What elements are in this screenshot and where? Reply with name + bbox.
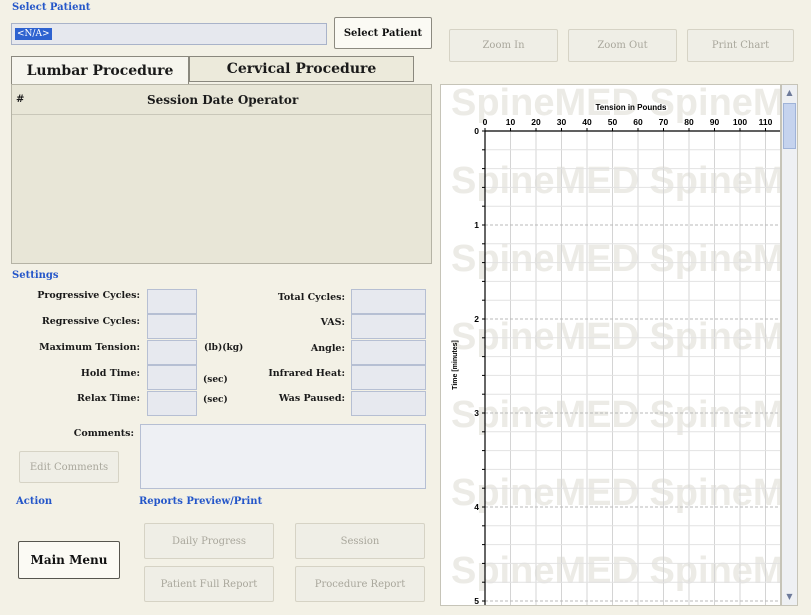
x-tick-label: 70 <box>659 117 669 127</box>
zoom-out-button[interactable]: Zoom Out <box>568 29 677 62</box>
print-chart-label: Print Chart <box>711 40 770 51</box>
patient-full-report-label: Patient Full Report <box>160 578 258 590</box>
patient-full-report-button[interactable]: Patient Full Report <box>144 566 274 602</box>
hold-time-label: Hold Time: <box>80 368 140 379</box>
select-patient-label-text: Select Patient <box>12 2 91 13</box>
x-axis-title: Tension in Pounds <box>596 103 668 112</box>
x-tick-label: 0 <box>483 117 488 127</box>
infrared-heat-field[interactable] <box>351 365 426 390</box>
x-tick-label: 100 <box>733 117 747 127</box>
chart-scrollbar[interactable]: ▲ ▼ <box>781 84 798 606</box>
was-paused-field[interactable] <box>351 391 426 416</box>
x-tick-label: 90 <box>710 117 720 127</box>
sessions-table[interactable]: # Session Date Operator <box>11 84 432 264</box>
zoom-in-label: Zoom In <box>482 40 525 51</box>
watermark-layer: SpineMED SpineMED SpineMED SpineMED SpineM… <box>451 85 781 592</box>
tab-cervical-procedure[interactable]: Cervical Procedure <box>189 56 414 82</box>
col-session-date-operator: Session Date Operator <box>147 93 299 107</box>
col-number: # <box>16 94 25 105</box>
y-tick-label: 1 <box>474 220 479 230</box>
hold-time-field[interactable] <box>147 365 197 390</box>
zoom-in-button[interactable]: Zoom In <box>449 29 558 62</box>
main-menu-button[interactable]: Main Menu <box>18 541 120 579</box>
select-patient-button-label: Select Patient <box>343 27 423 39</box>
total-cycles-field[interactable] <box>351 289 426 314</box>
chart-viewport[interactable]: SpineMED SpineMED SpineMED SpineMED SpineM… <box>440 84 781 606</box>
action-label: Action <box>16 496 52 507</box>
vas-label: VAS: <box>320 317 345 328</box>
comments-field[interactable] <box>140 424 426 489</box>
grid-layer <box>484 130 780 605</box>
tension-unit: (lb)(kg) <box>204 343 244 353</box>
infrared-heat-label: Infrared Heat: <box>268 368 345 379</box>
y-tick-label: 3 <box>474 408 479 418</box>
y-tick-label: 0 <box>474 126 479 136</box>
watermark-text: SpineMED SpineMED <box>451 160 781 202</box>
select-patient-label: Select Patient <box>12 2 90 13</box>
procedure-report-button[interactable]: Procedure Report <box>295 566 425 602</box>
y-tick-label: 4 <box>474 502 479 512</box>
zoom-out-label: Zoom Out <box>597 40 648 51</box>
angle-field[interactable] <box>351 340 426 365</box>
procedure-report-label: Procedure Report <box>314 578 406 590</box>
select-patient-button[interactable]: Select Patient <box>334 17 432 49</box>
maximum-tension-field[interactable] <box>147 340 197 365</box>
x-tick-label: 10 <box>506 117 516 127</box>
daily-progress-label: Daily Progress <box>171 535 247 547</box>
patient-field[interactable]: <N/A> <box>11 23 327 45</box>
hold-time-unit: (sec) <box>203 375 228 385</box>
settings-label-text: Settings <box>12 270 59 281</box>
vas-field[interactable] <box>351 314 426 339</box>
tab-lumbar-procedure[interactable]: Lumbar Procedure <box>11 56 189 84</box>
reports-label: Reports Preview/Print <box>139 496 262 507</box>
action-label-text: Action <box>16 496 53 507</box>
main-menu-label: Main Menu <box>30 553 108 567</box>
was-paused-label: Was Paused: <box>278 393 345 404</box>
watermark-text: SpineMED SpineMED <box>451 316 781 358</box>
watermark-text: SpineMED SpineMED <box>451 394 781 436</box>
sessions-table-header: # Session Date Operator <box>12 85 431 115</box>
scroll-up-arrow-icon[interactable]: ▲ <box>782 85 797 101</box>
regressive-cycles-field[interactable] <box>147 314 197 339</box>
tab-lumbar-label: Lumbar Procedure <box>26 62 174 79</box>
tab-cervical-label: Cervical Procedure <box>226 61 377 77</box>
y-axis-title: Time [minutes] <box>452 340 459 390</box>
progressive-cycles-field[interactable] <box>147 289 197 314</box>
patient-value: <N/A> <box>15 28 52 40</box>
x-tick-label: 30 <box>557 117 567 127</box>
watermark-text: SpineMED SpineMED <box>451 472 781 514</box>
edit-comments-button[interactable]: Edit Comments <box>19 451 119 483</box>
scroll-thumb[interactable] <box>783 103 796 149</box>
relax-time-label: Relax Time: <box>77 393 140 404</box>
relax-time-field[interactable] <box>147 391 197 416</box>
scroll-down-arrow-icon[interactable]: ▼ <box>782 589 797 605</box>
daily-progress-button[interactable]: Daily Progress <box>144 523 274 559</box>
traction-chart: SpineMED SpineMED SpineMED SpineMED SpineM… <box>451 85 781 606</box>
x-tick-label: 110 <box>759 117 773 127</box>
x-tick-label: 20 <box>531 117 541 127</box>
progressive-cycles-label: Progressive Cycles: <box>37 290 140 301</box>
session-button[interactable]: Session <box>295 523 425 559</box>
print-chart-button[interactable]: Print Chart <box>687 29 794 62</box>
x-tick-label: 40 <box>582 117 592 127</box>
x-tick-label: 50 <box>608 117 618 127</box>
edit-comments-label: Edit Comments <box>29 461 109 473</box>
session-label: Session <box>340 535 380 547</box>
y-tick-label: 5 <box>474 596 479 606</box>
x-tick-label: 80 <box>684 117 694 127</box>
regressive-cycles-label: Regressive Cycles: <box>41 316 140 327</box>
comments-label: Comments: <box>73 428 134 439</box>
reports-label-text: Reports Preview/Print <box>139 496 263 507</box>
watermark-text: SpineMED SpineMED <box>451 550 781 592</box>
maximum-tension-label: Maximum Tension: <box>39 342 140 353</box>
relax-time-unit: (sec) <box>203 395 228 405</box>
settings-label: Settings <box>12 270 59 281</box>
angle-label: Angle: <box>310 343 345 354</box>
x-tick-label: 60 <box>633 117 643 127</box>
y-tick-label: 2 <box>474 314 479 324</box>
total-cycles-label: Total Cycles: <box>277 292 345 303</box>
